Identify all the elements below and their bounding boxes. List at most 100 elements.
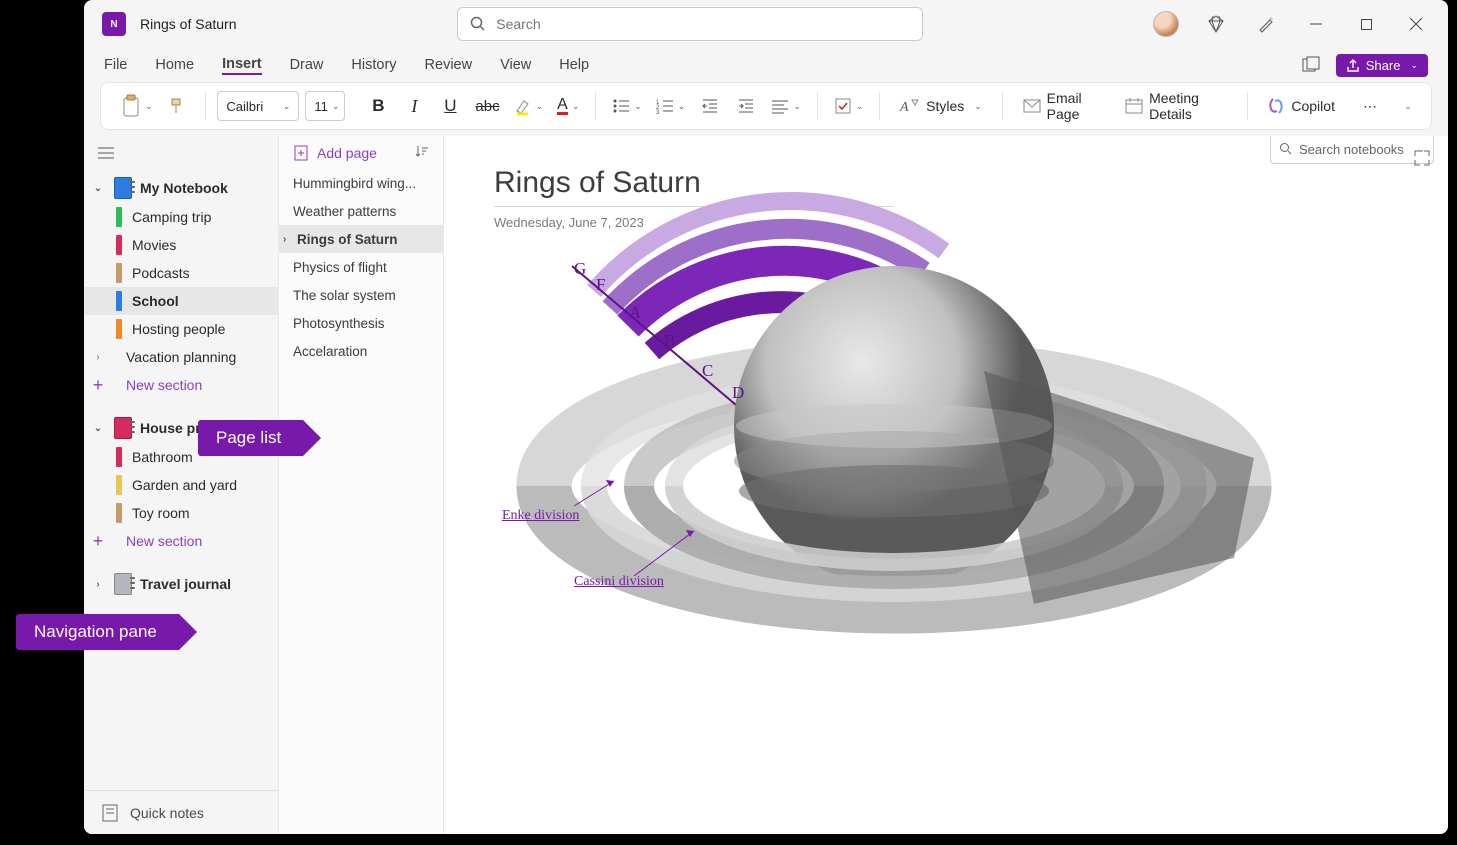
search-icon <box>470 16 486 32</box>
section-vacation-planning[interactable]: ›Vacation planning <box>84 343 278 371</box>
page-item[interactable]: Hummingbird wing... <box>279 169 443 197</box>
note-canvas[interactable]: Search notebooks⌄ Rings of Saturn Wednes… <box>444 136 1448 834</box>
close-button[interactable] <box>1394 6 1438 42</box>
bullet-list-button[interactable]: ⌄ <box>608 89 646 123</box>
minimize-button[interactable] <box>1294 6 1338 42</box>
page-item[interactable]: Photosynthesis <box>279 309 443 337</box>
indent-button[interactable] <box>731 89 761 123</box>
global-search[interactable]: Search <box>457 7 923 41</box>
email-page-button[interactable]: Email Page <box>1015 89 1111 123</box>
page-item[interactable]: Weather patterns <box>279 197 443 225</box>
maximize-button[interactable] <box>1344 6 1388 42</box>
diamond-icon[interactable] <box>1194 6 1238 42</box>
mail-icon <box>1023 99 1041 113</box>
menu-view[interactable]: View <box>500 57 531 73</box>
svg-text:A: A <box>629 303 642 322</box>
section-camping-trip[interactable]: Camping trip <box>84 203 278 231</box>
titlebar: N Rings of Saturn Search <box>84 0 1448 48</box>
svg-text:3: 3 <box>656 110 660 116</box>
document-title: Rings of Saturn <box>140 16 237 32</box>
svg-text:D: D <box>732 383 744 402</box>
ribbon-expand-caret[interactable]: ⌄ <box>1391 89 1421 123</box>
share-icon <box>1346 58 1360 72</box>
search-placeholder: Search <box>496 16 540 32</box>
svg-text:G: G <box>574 259 586 278</box>
menu-help[interactable]: Help <box>559 57 589 73</box>
callout-page-list: Page list <box>198 420 303 456</box>
hamburger-button[interactable] <box>94 142 118 167</box>
calendar-icon <box>1125 98 1143 114</box>
page-icon <box>102 804 118 822</box>
section-movies[interactable]: Movies <box>84 231 278 259</box>
quick-notes-button[interactable]: Quick notes <box>84 790 278 834</box>
notebook-travel-journal[interactable]: › Travel journal <box>84 569 278 599</box>
notebook-label: Travel journal <box>140 576 231 592</box>
share-button[interactable]: Share ⌄ <box>1336 54 1428 77</box>
quick-notes-label: Quick notes <box>130 805 204 821</box>
format-painter-button[interactable] <box>163 89 193 123</box>
chevron-down-icon: ⌄ <box>90 183 106 194</box>
tag-button[interactable]: ⌄ <box>830 89 868 123</box>
search-icon <box>1279 142 1293 156</box>
section-garden-and-yard[interactable]: Garden and yard <box>84 471 278 499</box>
svg-text:B: B <box>664 331 675 350</box>
alignment-button[interactable]: ⌄ <box>767 89 805 123</box>
menu-file[interactable]: File <box>104 57 127 73</box>
chevron-down-icon: ⌄ <box>90 423 106 434</box>
notebook-label: My Notebook <box>140 180 228 196</box>
section-toy-room[interactable]: Toy room <box>84 499 278 527</box>
plus-icon: + <box>90 531 106 552</box>
section-hosting-people[interactable]: Hosting people <box>84 315 278 343</box>
menu-history[interactable]: History <box>351 57 396 73</box>
sort-pages-button[interactable] <box>415 144 429 161</box>
annotation-enke: Enke division <box>502 508 579 524</box>
meeting-details-button[interactable]: Meeting Details <box>1117 89 1234 123</box>
section-podcasts[interactable]: Podcasts <box>84 259 278 287</box>
copilot-button[interactable]: Copilot <box>1259 89 1343 123</box>
menu-insert[interactable]: Insert <box>222 56 262 75</box>
ribbon-more-button[interactable]: ⋯ <box>1355 89 1385 123</box>
page-item[interactable]: ›Rings of Saturn <box>279 225 443 253</box>
open-in-window-icon[interactable] <box>1296 56 1326 74</box>
new-section-button-2[interactable]: +New section <box>84 527 278 555</box>
italic-button[interactable]: I <box>399 89 429 123</box>
add-page-button[interactable]: Add page <box>293 145 377 161</box>
page-list-panel: Add page Hummingbird wing... Weather pat… <box>278 136 444 834</box>
bold-button[interactable]: B <box>363 89 393 123</box>
svg-text:A: A <box>899 100 909 115</box>
strike-button[interactable]: abc <box>471 89 503 123</box>
annotation-cassini: Cassini division <box>574 574 664 590</box>
share-label: Share <box>1366 58 1401 73</box>
plus-icon: + <box>90 375 106 396</box>
number-list-button[interactable]: 123⌄ <box>652 89 690 123</box>
highlight-button[interactable]: ⌄ <box>510 89 548 123</box>
expand-canvas-button[interactable] <box>1414 150 1430 169</box>
menu-draw[interactable]: Draw <box>290 57 324 73</box>
search-notebooks-input[interactable]: Search notebooks⌄ <box>1270 136 1434 164</box>
page-item[interactable]: The solar system <box>279 281 443 309</box>
underline-button[interactable]: U <box>435 89 465 123</box>
svg-text:C: C <box>702 361 713 380</box>
section-school[interactable]: School <box>84 287 278 315</box>
font-size-select[interactable]: 11⌄ <box>305 91 345 121</box>
menubar: File Home Insert Draw History Review Vie… <box>84 48 1448 82</box>
callout-navigation-pane: Navigation pane <box>16 614 179 650</box>
styles-icon: A <box>900 97 920 115</box>
new-section-button[interactable]: +New section <box>84 371 278 399</box>
chevron-right-icon: › <box>283 234 293 245</box>
font-color-button[interactable]: A⌄ <box>553 89 583 123</box>
page-item[interactable]: Accelaration <box>279 337 443 365</box>
menu-home[interactable]: Home <box>155 57 194 73</box>
notebook-my-notebook[interactable]: ⌄ My Notebook <box>84 173 278 203</box>
sparkle-icon[interactable] <box>1244 6 1288 42</box>
saturn-illustration: G F A B C D <box>474 226 1254 686</box>
page-item[interactable]: Physics of flight <box>279 253 443 281</box>
styles-button[interactable]: AStyles⌄ <box>892 89 990 123</box>
avatar[interactable] <box>1144 6 1188 42</box>
outdent-button[interactable] <box>695 89 725 123</box>
font-name-select[interactable]: Cailbri⌄ <box>217 91 299 121</box>
svg-text:F: F <box>596 275 605 294</box>
paste-button[interactable]: ⌄ <box>117 89 157 123</box>
navigation-pane: ⌄ My Notebook Camping trip Movies Podcas… <box>84 136 278 834</box>
menu-review[interactable]: Review <box>425 57 473 73</box>
